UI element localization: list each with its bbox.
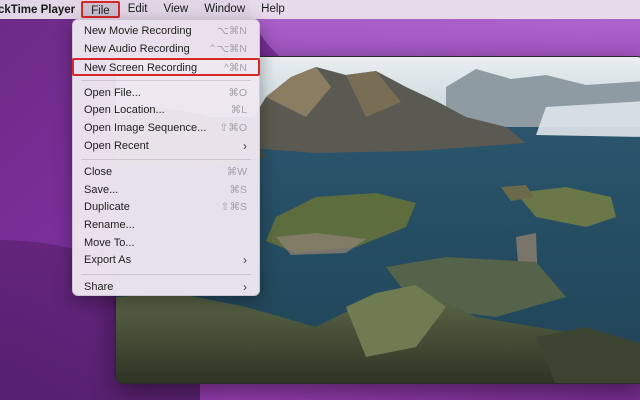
menu-item-label: Close [84,166,113,179]
menu-item-label: Save... [84,183,119,196]
chevron-right-icon: › [243,253,247,268]
menu-item-share[interactable]: Share › [73,279,259,297]
menu-item-label: New Movie Recording [84,25,192,37]
menu-file[interactable]: File [81,1,120,18]
file-menu-dropdown: New Movie Recording ⌥⌘N New Audio Record… [72,19,260,296]
menu-item-save[interactable]: Save... ⌘S [73,182,259,200]
shortcut-label: ⌃⌥⌘N [208,42,247,55]
menu-item-new-movie-recording[interactable]: New Movie Recording ⌥⌘N [73,23,259,41]
menu-item-rename[interactable]: Rename... [73,217,259,235]
chevron-right-icon: › [243,279,247,294]
menu-item-close[interactable]: Close ⌘W [73,164,259,182]
menu-separator [81,273,251,275]
menu-item-open-image-sequence[interactable]: Open Image Sequence... ⇧⌘O [73,120,259,138]
menu-item-label: Open Recent [84,139,149,152]
app-menu[interactable]: ckTime Player [0,4,75,16]
menu-item-duplicate[interactable]: Duplicate ⇧⌘S [73,199,259,217]
menu-item-new-screen-recording[interactable]: New Screen Recording ^⌘N [72,58,260,76]
shortcut-label: ⌘O [228,86,247,99]
chevron-right-icon: › [243,138,247,153]
menu-item-open-location[interactable]: Open Location... ⌘L [73,102,259,120]
menu-item-export-as[interactable]: Export As › [73,252,259,270]
menu-item-new-audio-recording[interactable]: New Audio Recording ⌃⌥⌘N [73,41,259,59]
menu-bar: ckTime Player File Edit View Window Help [0,0,640,19]
shortcut-label: ⌥⌘N [216,25,247,37]
menu-item-label: Open File... [84,86,141,99]
menu-edit[interactable]: Edit [120,1,156,18]
shortcut-label: ⇧⌘S [220,201,247,214]
menu-item-label: New Screen Recording [84,62,198,75]
menu-separator [81,159,251,161]
menu-item-open-file[interactable]: Open File... ⌘O [73,85,259,103]
menu-view[interactable]: View [156,1,197,18]
menu-window[interactable]: Window [196,1,253,18]
menu-item-label: Rename... [84,218,135,231]
menu-item-label: New Audio Recording [84,42,190,55]
menu-separator [81,79,251,81]
shortcut-label: ^⌘N [223,62,247,75]
menu-item-label: Move To... [84,236,135,249]
menu-item-label: Duplicate [84,201,130,214]
shortcut-label: ⇧⌘O [219,121,247,134]
menu-item-label: Open Image Sequence... [84,121,207,134]
menu-item-label: Share [84,280,114,293]
menu-item-label: Export As [84,254,132,267]
shortcut-label: ⌘W [226,166,247,179]
menu-help[interactable]: Help [253,1,293,18]
shortcut-label: ⌘S [229,183,247,196]
menu-item-move-to[interactable]: Move To... [73,235,259,253]
menu-item-open-recent[interactable]: Open Recent › [73,138,259,156]
shortcut-label: ⌘L [230,104,247,117]
menu-item-label: Open Location... [84,104,165,117]
